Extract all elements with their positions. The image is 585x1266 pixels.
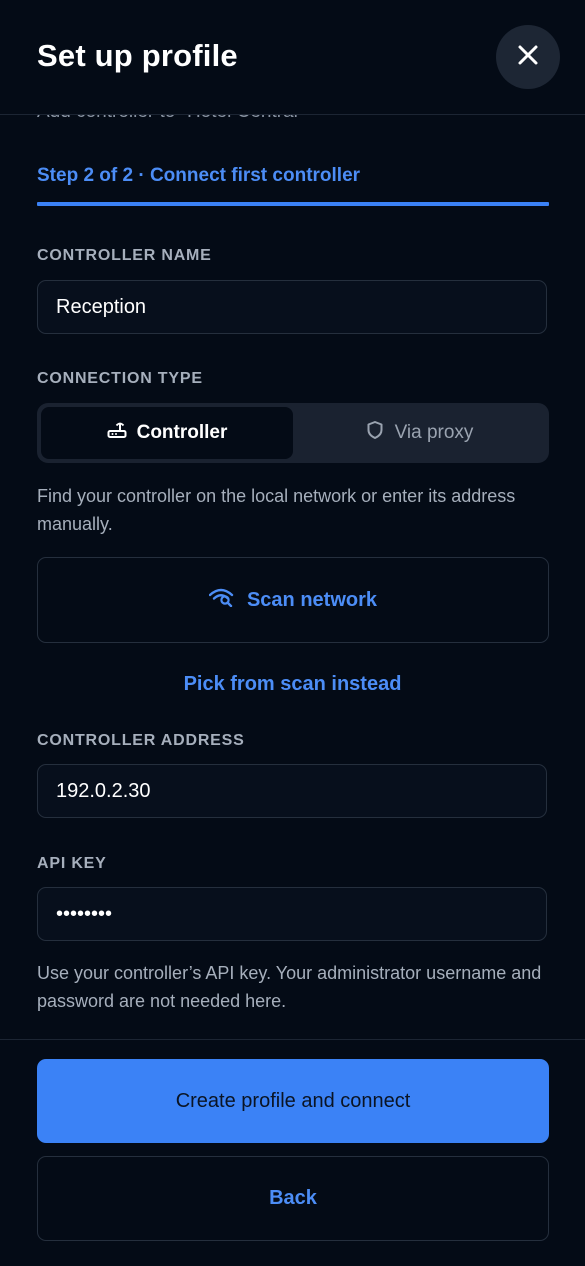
api-key-input[interactable]: •••••••• — [37, 887, 547, 941]
create-profile-button[interactable]: Create profile and connect — [37, 1059, 549, 1143]
scan-network-label: Scan network — [246, 588, 378, 611]
controller-name-input[interactable]: Reception — [37, 280, 547, 334]
form-scroll-area[interactable]: Add controller to “Hotel Central” Step 2… — [0, 115, 585, 1039]
api-key-label: API KEY — [37, 855, 107, 872]
dialog-subtitle: Add controller to “Hotel Central” — [37, 115, 304, 123]
back-button[interactable]: Back — [37, 1156, 549, 1241]
connection-option-proxy[interactable]: Via proxy — [293, 407, 545, 459]
controller-name-label: CONTROLLER NAME — [37, 247, 212, 264]
connection-type-label: CONNECTION TYPE — [37, 370, 203, 387]
discovery-help-text: Find your controller on the local networ… — [37, 486, 516, 534]
router-icon — [107, 420, 127, 446]
connection-option-label: Controller — [136, 422, 228, 443]
api-key-help-text: Use your controller’s API key. Your admi… — [37, 963, 542, 1011]
pick-from-scan-link[interactable]: Pick from scan instead — [0, 673, 585, 696]
close-icon — [517, 44, 539, 71]
step-progress-bar — [37, 202, 549, 206]
shield-icon — [365, 420, 385, 446]
page-title: Set up profile — [37, 38, 238, 73]
connection-type-toggle: Controller Via proxy — [37, 403, 549, 463]
close-button[interactable] — [496, 25, 560, 89]
connection-option-controller[interactable]: Controller — [41, 407, 293, 459]
connection-option-label: Via proxy — [394, 422, 474, 443]
controller-address-input[interactable]: 192.0.2.30 — [37, 764, 547, 818]
wifi-search-icon — [208, 587, 235, 613]
footer-divider — [0, 1039, 585, 1040]
header-divider — [0, 114, 585, 115]
controller-address-label: CONTROLLER ADDRESS — [37, 732, 245, 749]
step-indicator: Step 2 of 2 · Connect first controller — [37, 165, 361, 186]
scan-network-button[interactable]: Scan network — [37, 557, 549, 643]
header: Set up profile — [0, 0, 585, 114]
